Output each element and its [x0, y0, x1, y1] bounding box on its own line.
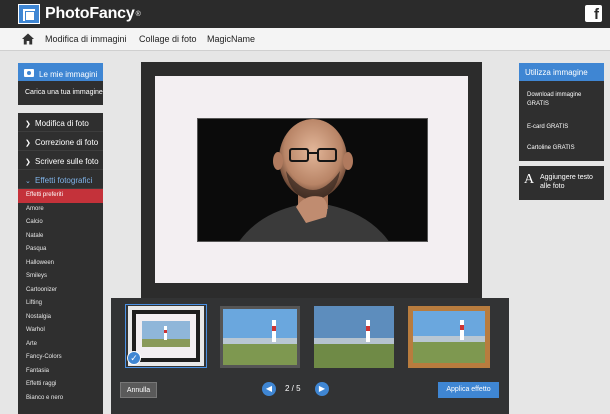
menu-effetti[interactable]: ⌄ Effetti fotografici [18, 170, 103, 189]
thumbnail-3[interactable] [314, 306, 394, 368]
selected-check-icon: ✓ [127, 351, 141, 365]
facebook-glyph: f [594, 6, 599, 23]
chevron-right-icon: ❯ [25, 121, 31, 128]
logo[interactable]: PhotoFancy ® [18, 4, 141, 24]
effect-item[interactable]: Pasqua [18, 243, 103, 257]
my-images-label: Le mie immagini [39, 69, 98, 79]
add-text-label: Aggiungere testo alle foto [540, 174, 593, 190]
add-text-button[interactable]: A Aggiungere testo alle foto [519, 166, 604, 200]
home-icon[interactable] [22, 33, 34, 45]
effect-item[interactable]: Calcio [18, 216, 103, 230]
preview-photo [197, 118, 428, 242]
menu-label: Scrivere sulle foto [35, 157, 99, 166]
effect-item-preferiti[interactable]: Effetti preferiti [18, 189, 103, 203]
top-bar: PhotoFancy ® f [0, 0, 610, 28]
logo-registered: ® [135, 10, 141, 18]
menu-label: Modifica di foto [35, 119, 89, 128]
apply-effect-button[interactable]: Applica effetto [438, 382, 499, 398]
chevron-right-icon: ❯ [25, 140, 31, 147]
nav-item-collage[interactable]: Collage di foto [139, 34, 197, 44]
prev-page-button[interactable]: ◀ [262, 382, 276, 396]
upload-image-link[interactable]: Carica una tua immagine [18, 81, 103, 105]
cartoline-link[interactable]: Cartoline GRATIS [527, 144, 575, 153]
camera-icon [24, 68, 34, 77]
effects-menu: ❯ Modifica di foto ❯ Correzione di foto ❯ S… [18, 113, 103, 414]
menu-modifica[interactable]: ❯ Modifica di foto [18, 113, 103, 132]
effect-item[interactable]: Smileys [18, 270, 103, 284]
ecard-link[interactable]: E-card GRATIS [527, 123, 568, 132]
menu-label: Effetti fotografici [35, 176, 93, 185]
use-image-header: Utilizza immagine [519, 63, 604, 81]
nav-bar: Modifica di immagini Collage di foto Mag… [0, 28, 610, 51]
effect-item[interactable]: Natale [18, 230, 103, 244]
logo-text: PhotoFancy [45, 5, 135, 22]
menu-label: Correzione di foto [35, 138, 99, 147]
chevron-right-icon: ❯ [25, 159, 31, 166]
effect-item[interactable]: Lifting [18, 297, 103, 311]
effect-item[interactable]: Amore [18, 203, 103, 217]
effect-item[interactable]: Halloween [18, 257, 103, 271]
effect-item[interactable]: Cartoonizer [18, 284, 103, 298]
effect-item[interactable]: Nostalgia [18, 311, 103, 325]
cancel-button[interactable]: Annulla [120, 382, 157, 398]
page-indicator: 2 / 5 [285, 384, 301, 393]
facebook-icon[interactable]: f [585, 5, 602, 23]
effect-item[interactable]: Effetti raggi [18, 378, 103, 392]
menu-scrivere[interactable]: ❯ Scrivere sulle foto [18, 151, 103, 170]
effect-item[interactable]: Warhol [18, 324, 103, 338]
effect-item[interactable]: Fancy-Colors [18, 351, 103, 365]
next-page-button[interactable]: ▶ [315, 382, 329, 396]
effect-item[interactable]: Fantasia [18, 365, 103, 379]
download-link[interactable]: Download immagine GRATIS [527, 91, 597, 109]
text-icon: A [524, 172, 535, 187]
nav-item-modifica[interactable]: Modifica di immagini [45, 34, 127, 44]
portrait-image [198, 119, 427, 241]
menu-correzione[interactable]: ❯ Correzione di foto [18, 132, 103, 151]
thumbnail-4[interactable] [408, 306, 490, 368]
logo-icon [18, 4, 40, 24]
effect-item[interactable]: Arte [18, 338, 103, 352]
use-image-panel: Download immagine GRATIS E-card GRATIS C… [519, 81, 604, 161]
nav-item-magicname[interactable]: MagicName [207, 34, 255, 44]
thumbnail-2[interactable] [220, 306, 300, 368]
chevron-down-icon: ⌄ [25, 178, 31, 185]
effect-item[interactable]: Bianco e nero [18, 392, 103, 406]
my-images-button[interactable]: Le mie immagini [18, 63, 103, 81]
